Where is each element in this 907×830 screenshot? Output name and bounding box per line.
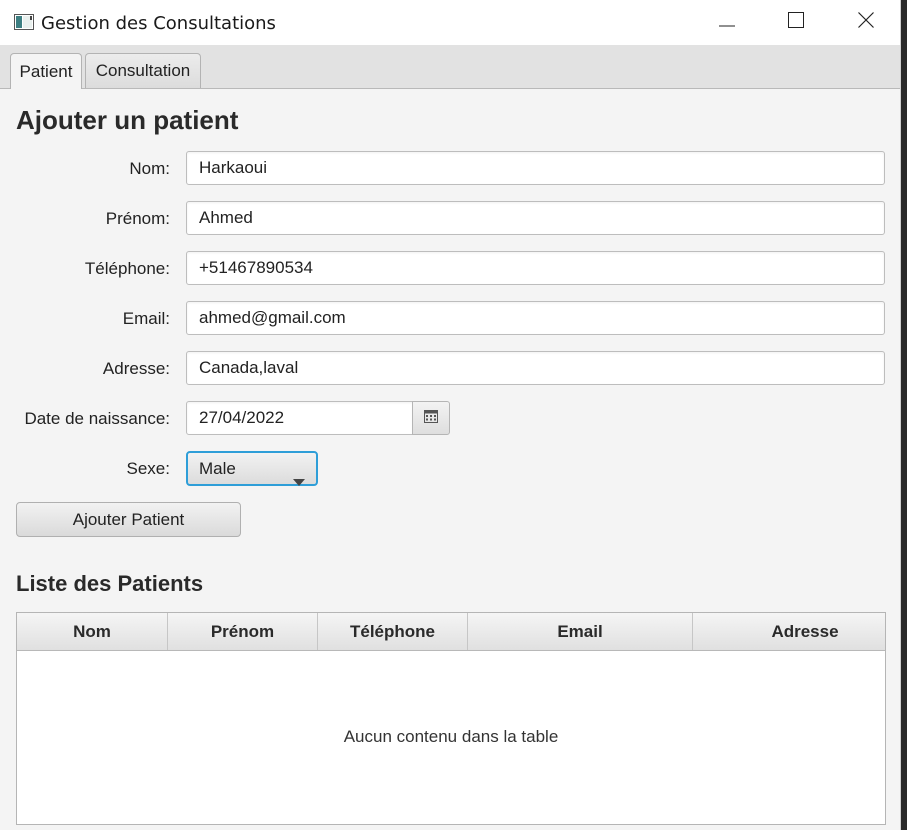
list-title: Liste des Patients (16, 571, 204, 596)
table-header: Nom Prénom Téléphone Email Adresse (17, 613, 885, 651)
adresse-label: Adresse: (102, 359, 170, 378)
minimize-icon (719, 14, 735, 32)
add-patient-button[interactable]: Ajouter Patient (16, 502, 241, 537)
close-button[interactable] (835, 0, 897, 45)
nom-label: Nom: (129, 159, 170, 178)
form-title: Ajouter un patient (16, 105, 239, 135)
patients-table[interactable]: Nom Prénom Téléphone Email Adresse Aucun… (16, 612, 886, 825)
telephone-label: Téléphone: (84, 259, 170, 278)
window-title: Gestion des Consultations (41, 13, 276, 34)
column-header-telephone[interactable]: Téléphone (318, 613, 468, 650)
date-naissance-input[interactable]: 27/04/2022 (186, 401, 414, 435)
column-header-prenom[interactable]: Prénom (168, 613, 318, 650)
telephone-input[interactable]: +51467890534 (186, 251, 885, 285)
patient-tab-content: Ajouter un patient Nom: Harkaoui Prénom:… (0, 89, 900, 830)
email-input[interactable]: ahmed@gmail.com (186, 301, 885, 335)
adresse-input[interactable]: Canada,laval (186, 351, 885, 385)
email-label: Email: (122, 309, 170, 328)
table-empty-message: Aucun contenu dans la table (343, 727, 559, 746)
sexe-selected-value: Male (199, 459, 236, 478)
minimize-button[interactable] (696, 0, 758, 45)
column-header-email[interactable]: Email (468, 613, 693, 650)
title-bar: Gestion des Consultations (0, 0, 900, 45)
calendar-icon (424, 409, 438, 428)
sexe-label: Sexe: (126, 459, 170, 478)
app-window-icon (14, 14, 34, 30)
tab-bar: Patient Consultation (0, 45, 900, 89)
maximize-icon (788, 12, 804, 33)
maximize-button[interactable] (765, 0, 827, 45)
date-picker-button[interactable] (412, 401, 450, 435)
prenom-input[interactable]: Ahmed (186, 201, 885, 235)
nom-input[interactable]: Harkaoui (186, 151, 885, 185)
chevron-down-icon (293, 465, 305, 496)
prenom-label: Prénom: (105, 209, 170, 228)
tab-patient[interactable]: Patient (10, 53, 82, 89)
app-window: Gestion des Consultations Patient Consul… (0, 0, 901, 830)
tab-consultation[interactable]: Consultation (85, 53, 201, 88)
column-header-nom[interactable]: Nom (17, 613, 168, 650)
column-header-adresse[interactable]: Adresse (693, 613, 885, 650)
background-window-edge (901, 0, 907, 830)
sexe-select[interactable]: Male (186, 451, 318, 486)
close-icon (858, 12, 874, 33)
date-naissance-label: Date de naissance: (24, 409, 170, 428)
